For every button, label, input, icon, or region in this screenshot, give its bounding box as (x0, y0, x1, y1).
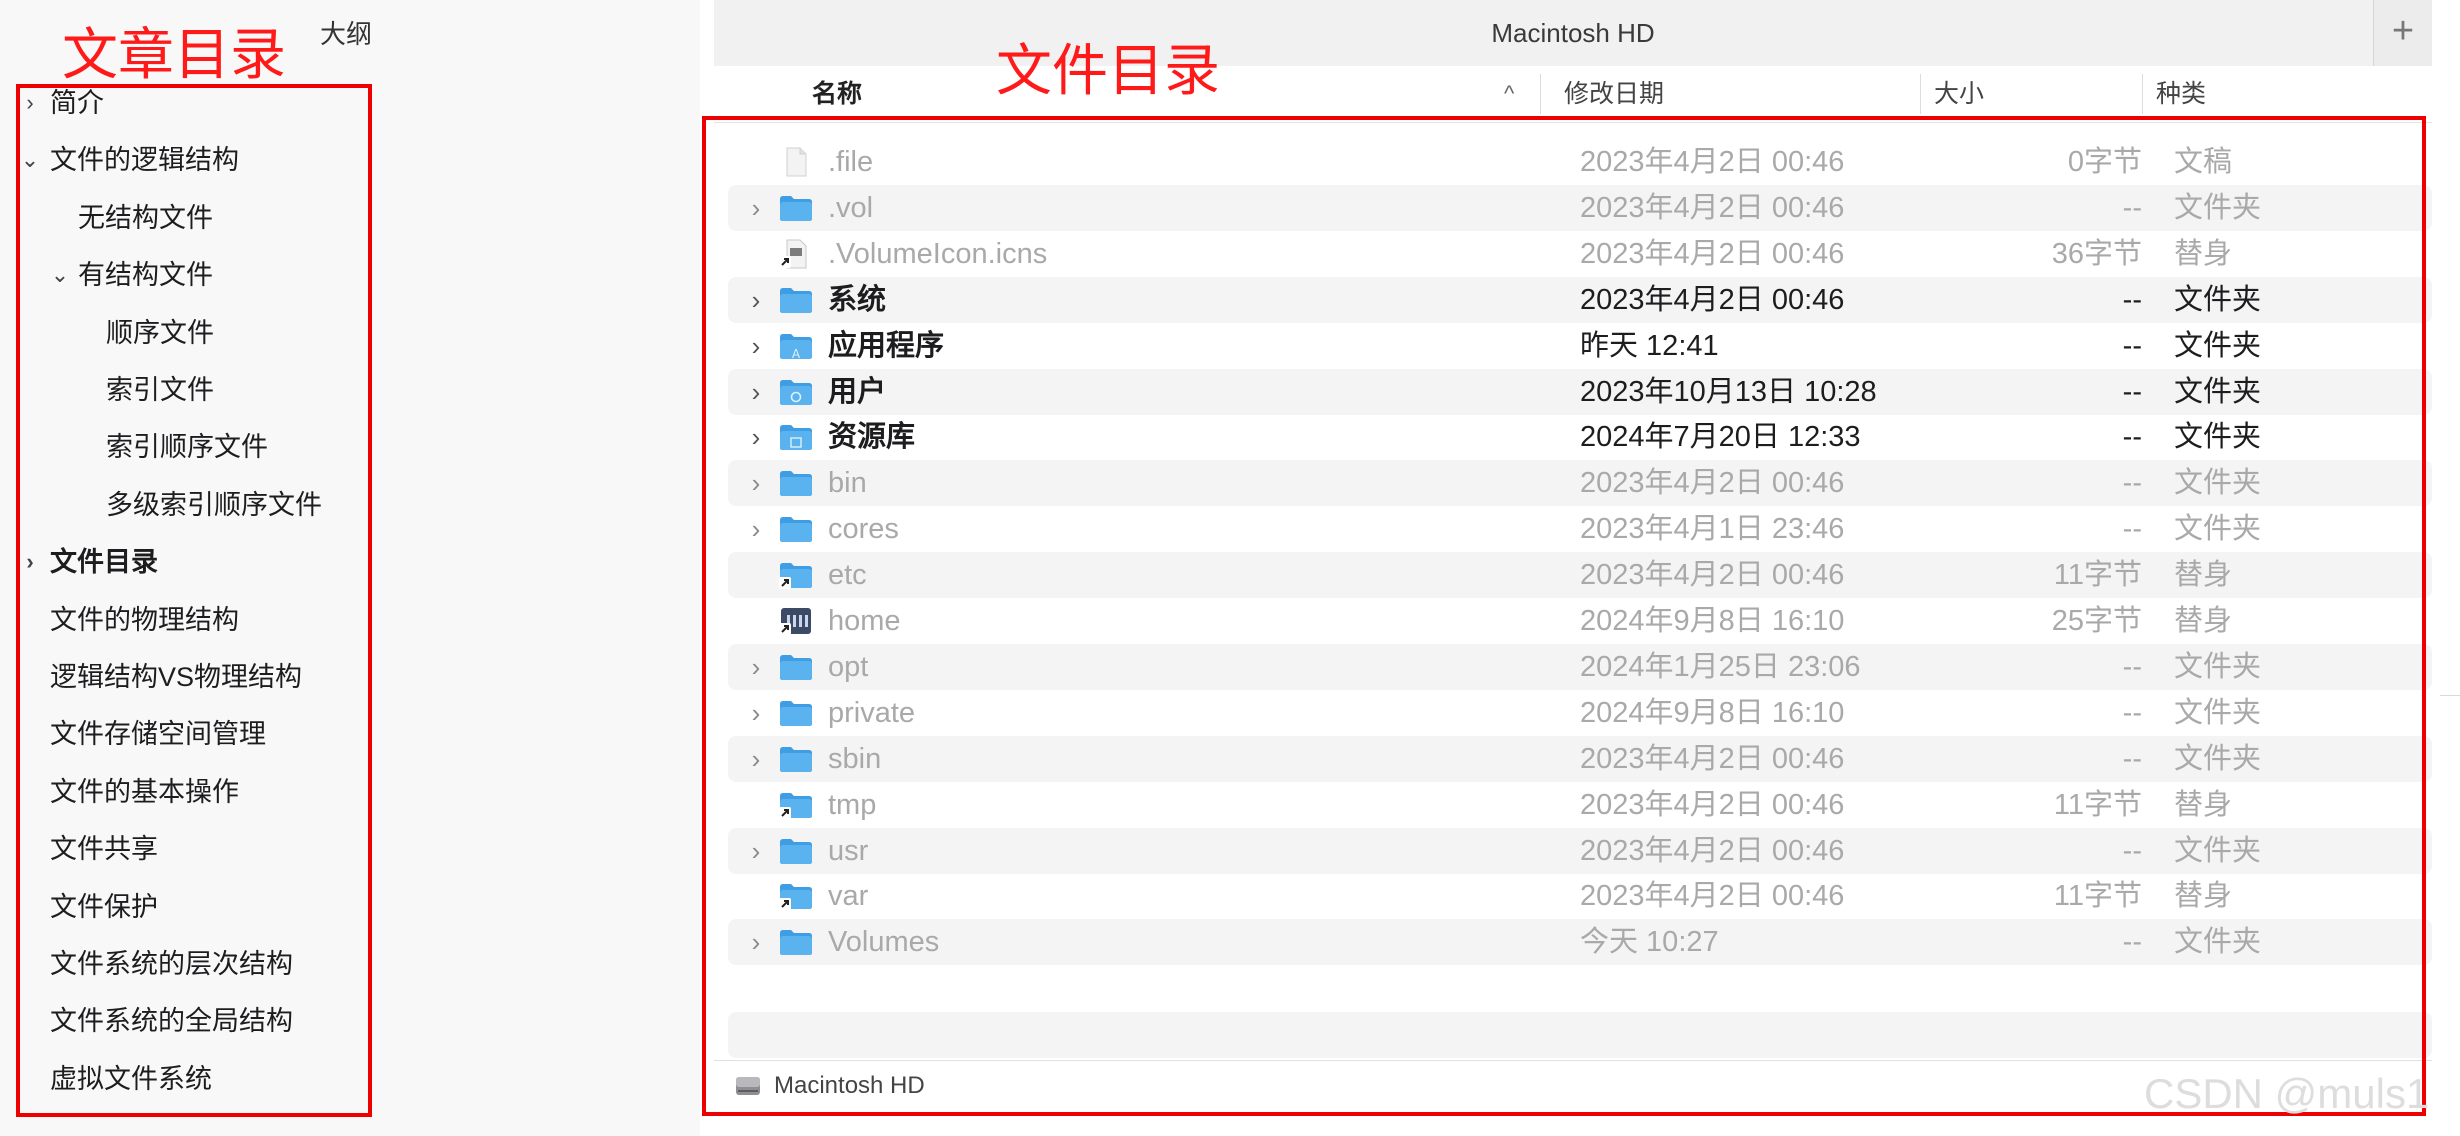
screenshot-root: 大纲 › 简介 ⌄ 文件的逻辑结构 无结构文件 ⌄ 有结构文件 顺序文件 索引文件 索引顺序文件多… (0, 0, 2460, 1136)
finder-titlebar: Macintosh HD + (714, 0, 2432, 67)
column-divider[interactable] (1540, 74, 1541, 114)
column-header-size[interactable]: 大小 (1934, 66, 1984, 122)
divider (2440, 695, 2460, 696)
add-tab-button[interactable]: + (2373, 0, 2432, 66)
column-divider[interactable] (2142, 74, 2143, 114)
column-header: 名称 ^ 修改日期 大小 种类 (714, 66, 2432, 123)
window-title: Macintosh HD (1491, 18, 1655, 48)
column-header-name[interactable]: 名称 (812, 66, 862, 122)
watermark: CSDN @muls1 (2144, 1070, 2430, 1117)
column-header-date[interactable]: 修改日期 (1564, 66, 1664, 122)
annotation-file-directory: 文件目录 (996, 39, 1220, 104)
annotation-outline-box (16, 84, 372, 1117)
sort-ascending-icon: ^ (1504, 81, 1515, 106)
column-divider[interactable] (1920, 74, 1921, 114)
outline-header: 大纲 (320, 19, 373, 49)
annotation-article-toc: 文章目录 (62, 23, 286, 88)
column-header-kind[interactable]: 种类 (2156, 66, 2206, 122)
annotation-finder-box (702, 116, 2426, 1116)
